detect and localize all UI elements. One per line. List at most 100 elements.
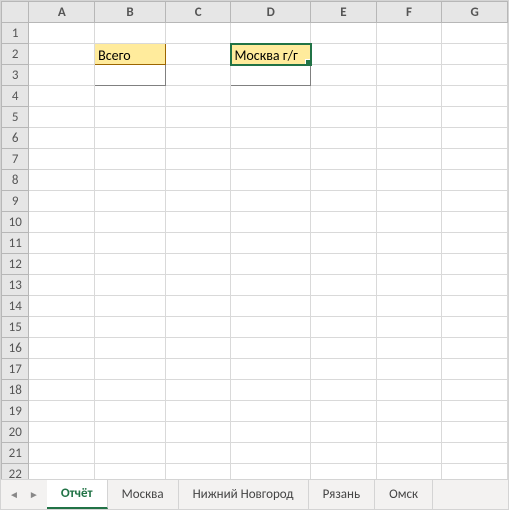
tab-nav-next-icon[interactable]: ► [29,488,39,501]
cell-D7[interactable] [231,149,311,170]
cell-D1[interactable] [231,23,311,44]
row-header-15[interactable]: 15 [2,317,29,338]
cell-D5[interactable] [231,107,311,128]
cell-G8[interactable] [442,170,508,191]
cell-G21[interactable] [442,443,508,464]
row-header-20[interactable]: 20 [2,422,29,443]
row-header-12[interactable]: 12 [2,254,29,275]
row-header-7[interactable]: 7 [2,149,29,170]
cell-E6[interactable] [311,128,377,149]
cell-F21[interactable] [376,443,442,464]
cell-B11[interactable] [95,233,166,254]
cell-A11[interactable] [29,233,95,254]
cell-F8[interactable] [376,170,442,191]
cell-A7[interactable] [29,149,95,170]
cell-C16[interactable] [165,338,231,359]
cell-C5[interactable] [165,107,231,128]
cell-D21[interactable] [231,443,311,464]
cell-C18[interactable] [165,380,231,401]
cell-E15[interactable] [311,317,377,338]
cell-E3[interactable] [311,65,377,86]
cell-C10[interactable] [165,212,231,233]
cell-G18[interactable] [442,380,508,401]
row-header-9[interactable]: 9 [2,191,29,212]
cell-D14[interactable] [231,296,311,317]
cell-B3[interactable] [95,65,166,86]
sheet-tab-4[interactable]: Омск [375,480,433,509]
cell-D10[interactable] [231,212,311,233]
cell-F14[interactable] [376,296,442,317]
sheet-tab-2[interactable]: Нижний Новгород [179,480,309,509]
cell-F22[interactable] [376,464,442,480]
cell-A9[interactable] [29,191,95,212]
cell-C21[interactable] [165,443,231,464]
cell-A8[interactable] [29,170,95,191]
cell-D18[interactable] [231,380,311,401]
row-header-4[interactable]: 4 [2,86,29,107]
cell-B20[interactable] [95,422,166,443]
cell-A12[interactable] [29,254,95,275]
cell-A19[interactable] [29,401,95,422]
cell-B21[interactable] [95,443,166,464]
cell-G13[interactable] [442,275,508,296]
cell-B16[interactable] [95,338,166,359]
cell-C15[interactable] [165,317,231,338]
row-header-2[interactable]: 2 [2,44,29,65]
col-header-E[interactable]: E [311,2,377,23]
row-header-1[interactable]: 1 [2,23,29,44]
cell-D19[interactable] [231,401,311,422]
cell-A20[interactable] [29,422,95,443]
cell-A10[interactable] [29,212,95,233]
cell-B5[interactable] [95,107,166,128]
cell-A17[interactable] [29,359,95,380]
row-header-13[interactable]: 13 [2,275,29,296]
cell-G7[interactable] [442,149,508,170]
cell-D4[interactable] [231,86,311,107]
cell-F13[interactable] [376,275,442,296]
cell-F16[interactable] [376,338,442,359]
cell-E8[interactable] [311,170,377,191]
cell-C13[interactable] [165,275,231,296]
cell-E4[interactable] [311,86,377,107]
col-header-D[interactable]: D [231,2,311,23]
cell-A21[interactable] [29,443,95,464]
cell-E5[interactable] [311,107,377,128]
cell-A14[interactable] [29,296,95,317]
cell-B15[interactable] [95,317,166,338]
cell-A3[interactable] [29,65,95,86]
cell-F11[interactable] [376,233,442,254]
cell-B22[interactable] [95,464,166,480]
cell-C4[interactable] [165,86,231,107]
cell-B1[interactable] [95,23,166,44]
row-header-21[interactable]: 21 [2,443,29,464]
col-header-C[interactable]: C [165,2,231,23]
cell-D11[interactable] [231,233,311,254]
cell-E20[interactable] [311,422,377,443]
cell-E12[interactable] [311,254,377,275]
cell-D3[interactable] [231,65,311,86]
cell-C3[interactable] [165,65,231,86]
cell-E7[interactable] [311,149,377,170]
cell-C11[interactable] [165,233,231,254]
cell-G2[interactable] [442,44,508,65]
cell-G14[interactable] [442,296,508,317]
cell-D13[interactable] [231,275,311,296]
cell-B17[interactable] [95,359,166,380]
cell-A2[interactable] [29,44,95,65]
cell-F7[interactable] [376,149,442,170]
cell-E14[interactable] [311,296,377,317]
cell-B7[interactable] [95,149,166,170]
cell-G19[interactable] [442,401,508,422]
row-header-14[interactable]: 14 [2,296,29,317]
cell-B12[interactable] [95,254,166,275]
cell-G4[interactable] [442,86,508,107]
cell-D12[interactable] [231,254,311,275]
cell-D16[interactable] [231,338,311,359]
cell-E2[interactable] [311,44,377,65]
cell-C14[interactable] [165,296,231,317]
col-header-B[interactable]: B [95,2,166,23]
cell-A13[interactable] [29,275,95,296]
cell-C1[interactable] [165,23,231,44]
cell-A15[interactable] [29,317,95,338]
cell-C6[interactable] [165,128,231,149]
